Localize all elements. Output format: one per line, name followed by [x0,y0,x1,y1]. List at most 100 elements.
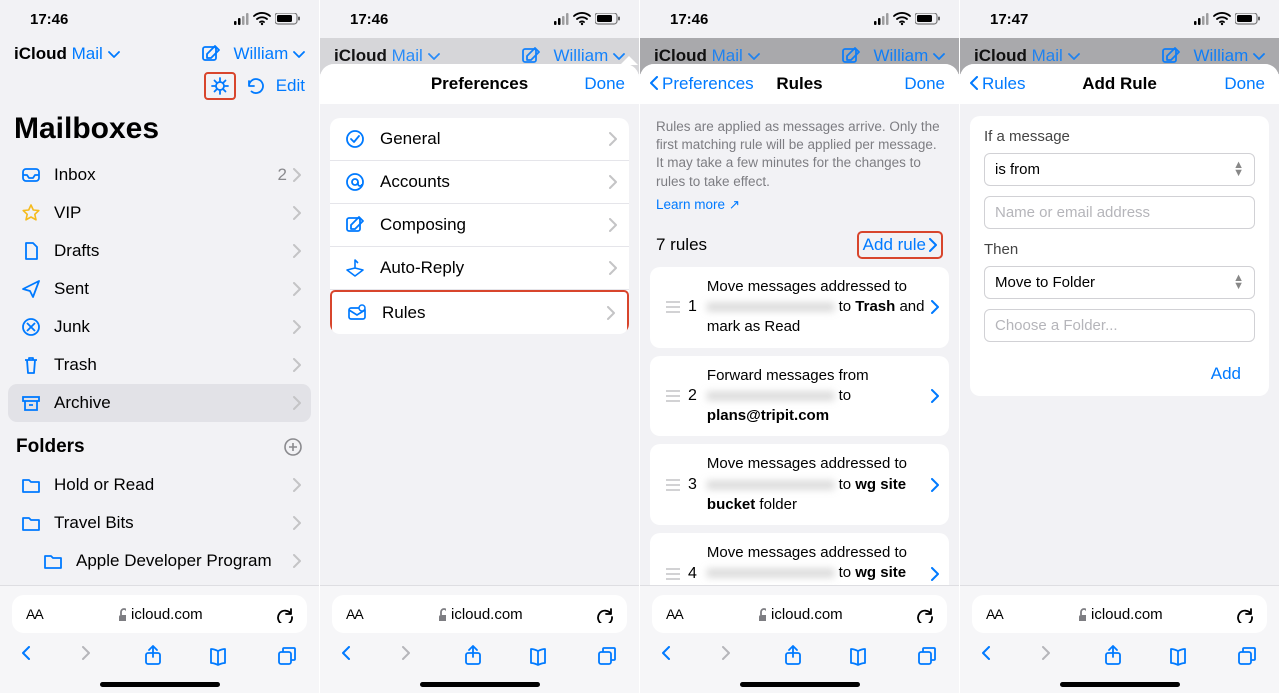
mailbox-trash[interactable]: Trash [8,346,311,384]
reload-button[interactable] [275,605,293,623]
back-to-rules[interactable]: Rules [970,74,1025,94]
lock-icon [435,607,446,621]
forward-button[interactable] [1042,646,1056,666]
bookmarks-button[interactable] [529,646,551,666]
settings-gear-button[interactable] [204,72,236,100]
drag-handle-icon[interactable] [658,390,688,402]
then-value-input[interactable]: Choose a Folder... [984,309,1255,342]
bookmarks-button[interactable] [849,646,871,666]
forward-button[interactable] [722,646,736,666]
done-button[interactable]: Done [584,74,625,94]
done-button[interactable]: Done [1224,74,1265,94]
add-rule-button[interactable]: Add rule [857,231,943,259]
user-menu[interactable]: William [233,44,305,64]
folders-header: Folders [16,436,85,458]
back-button[interactable] [342,646,356,666]
learn-more-link[interactable]: Learn more ↗ [640,197,959,217]
pref-composing[interactable]: Composing [330,204,629,247]
back-button[interactable] [982,646,996,666]
bookmarks-button[interactable] [209,646,231,666]
forward-button[interactable] [402,646,416,666]
tabs-button[interactable] [597,646,617,666]
pref-rules[interactable]: Rules [330,290,629,334]
if-condition-select[interactable]: is from ▲▼ [984,153,1255,186]
lock-icon [755,607,766,621]
address-bar[interactable]: AA icloud.com [652,595,947,633]
tabs-button[interactable] [277,646,297,666]
reload-button[interactable] [595,605,613,623]
chevron-right-icon [609,218,617,232]
compose-icon [521,46,541,66]
add-button[interactable]: Add [984,354,1255,384]
brand-label[interactable]: iCloud Mail [14,44,120,64]
lock-icon [1075,607,1086,621]
pref-general[interactable]: General [330,118,629,161]
mailbox-vip[interactable]: VIP [8,194,311,232]
back-button[interactable] [22,646,36,666]
if-label: If a message [984,128,1255,145]
signal-icon [1194,13,1209,25]
back-button[interactable] [662,646,676,666]
compose-icon[interactable] [201,44,221,64]
chevron-right-icon [293,478,301,492]
chevron-right-icon [931,300,939,314]
share-button[interactable] [1103,645,1123,667]
chevron-right-icon [293,282,301,296]
safari-toolbar: AA icloud.com [640,585,959,693]
rule-item[interactable]: 3Move messages addressed to xxxxxxxxxxxx… [650,444,949,525]
drag-handle-icon[interactable] [658,301,688,313]
signal-icon [874,13,889,25]
address-bar[interactable]: AA icloud.com [332,595,627,633]
reload-button[interactable] [915,605,933,623]
done-button[interactable]: Done [904,74,945,94]
address-bar[interactable]: AA icloud.com [12,595,307,633]
rule-item[interactable]: 1Move messages addressed to xxxxxxxxxxxx… [650,267,949,348]
bookmarks-button[interactable] [1169,646,1191,666]
back-to-preferences[interactable]: Preferences [650,74,754,94]
tabs-button[interactable] [1237,646,1257,666]
share-button[interactable] [783,645,803,667]
wifi-icon [1213,12,1231,26]
share-button[interactable] [463,645,483,667]
mailbox-inbox[interactable]: Inbox 2 [8,156,311,194]
chevron-right-icon [293,516,301,530]
pref-accounts[interactable]: Accounts [330,161,629,204]
mailbox-sent[interactable]: Sent [8,270,311,308]
pref-auto-reply[interactable]: Auto-Reply [330,247,629,290]
chevron-right-icon [609,261,617,275]
address-bar[interactable]: AA icloud.com [972,595,1267,633]
rule-item[interactable]: 2Forward messages from xxxxxxxxxxxxxxxxx… [650,356,949,437]
folder-apple-developer[interactable]: Apple Developer Program [8,542,311,580]
text-size-button[interactable]: AA [346,606,363,622]
status-bar: 17:46 [320,0,639,38]
forward-button[interactable] [82,646,96,666]
brand-label: iCloud Mail [334,46,440,66]
refresh-button[interactable] [246,76,266,96]
rule-description: Forward messages from xxxxxxxxxxxxxxxxx … [707,366,931,427]
brand-label: iCloud Mail [654,46,760,66]
share-button[interactable] [143,645,163,667]
archive-icon [18,393,44,413]
drag-handle-icon[interactable] [658,479,688,491]
tabs-button[interactable] [917,646,937,666]
status-time: 17:46 [350,11,388,28]
edit-button[interactable]: Edit [276,76,305,96]
mailbox-archive[interactable]: Archive [8,384,311,422]
reload-button[interactable] [1235,605,1253,623]
text-size-button[interactable]: AA [26,606,43,622]
then-label: Then [984,241,1255,258]
drag-handle-icon[interactable] [658,568,688,580]
then-action-select[interactable]: Move to Folder ▲▼ [984,266,1255,299]
star-icon [18,203,44,223]
updown-icon: ▲▼ [1233,275,1244,290]
mailbox-junk[interactable]: Junk [8,308,311,346]
if-value-input[interactable]: Name or email address [984,196,1255,229]
folder-travel-bits[interactable]: Travel Bits [8,504,311,542]
add-folder-button[interactable] [283,437,303,457]
folder-hold-or-read[interactable]: Hold or Read [8,466,311,504]
lock-icon [115,607,126,621]
text-size-button[interactable]: AA [986,606,1003,622]
chevron-right-icon [293,320,301,334]
mailbox-drafts[interactable]: Drafts [8,232,311,270]
text-size-button[interactable]: AA [666,606,683,622]
